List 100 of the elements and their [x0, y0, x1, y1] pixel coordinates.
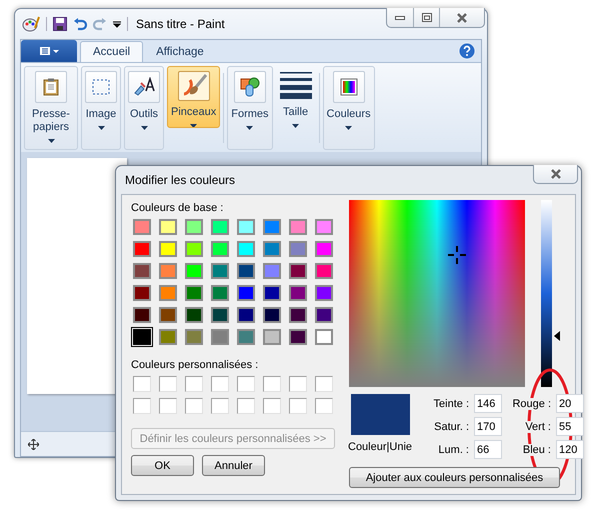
- color-swatch[interactable]: [237, 307, 255, 323]
- color-swatch[interactable]: [263, 329, 281, 345]
- luminance-slider[interactable]: [541, 200, 561, 387]
- section-label: Couleurs de base :: [131, 202, 224, 214]
- custom-color-slot[interactable]: [315, 376, 333, 392]
- color-swatch[interactable]: [159, 263, 177, 279]
- color-swatch[interactable]: [237, 241, 255, 257]
- color-swatch[interactable]: [289, 263, 307, 279]
- color-swatch[interactable]: [211, 285, 229, 301]
- ribbon-tab[interactable]: Affichage: [143, 41, 217, 62]
- color-swatch[interactable]: [185, 219, 203, 235]
- number-field[interactable]: 66: [474, 440, 502, 459]
- color-swatch[interactable]: [211, 241, 229, 257]
- ribbon-button[interactable]: Formes: [227, 66, 273, 150]
- ribbon-button[interactable]: Image: [81, 66, 121, 150]
- color-swatch[interactable]: [159, 219, 177, 235]
- color-swatch[interactable]: [133, 285, 151, 301]
- ribbon-button[interactable]: Presse-papiers: [24, 66, 78, 150]
- dropdown-icon[interactable]: [113, 20, 121, 28]
- color-swatch[interactable]: [159, 241, 177, 257]
- number-field[interactable]: 120: [556, 440, 584, 459]
- number-field[interactable]: 146: [474, 394, 502, 413]
- custom-color-slot[interactable]: [159, 398, 177, 414]
- crosshair-icon[interactable]: [448, 246, 466, 264]
- ribbon-button[interactable]: Couleurs: [322, 66, 375, 150]
- color-swatch[interactable]: [263, 307, 281, 323]
- custom-color-slot[interactable]: [315, 398, 333, 414]
- color-swatch[interactable]: [263, 219, 281, 235]
- ribbon-button[interactable]: Taille: [276, 66, 316, 150]
- custom-color-slot[interactable]: [263, 376, 281, 392]
- color-swatch[interactable]: [263, 285, 281, 301]
- redo-icon[interactable]: [93, 17, 107, 31]
- number-field[interactable]: 170: [474, 417, 502, 436]
- number-field[interactable]: 20: [556, 394, 584, 413]
- color-swatch[interactable]: [263, 263, 281, 279]
- number-field[interactable]: 55: [556, 417, 584, 436]
- ribbon-tab[interactable]: Accueil: [80, 41, 144, 62]
- close-button[interactable]: [533, 165, 578, 184]
- color-swatch[interactable]: [185, 307, 203, 323]
- color-swatch[interactable]: [133, 263, 151, 279]
- application-menu-button[interactable]: [21, 40, 77, 62]
- custom-color-slot[interactable]: [185, 376, 203, 392]
- cancel-button[interactable]: Annuler: [202, 455, 265, 476]
- custom-color-slot[interactable]: [289, 376, 307, 392]
- custom-color-slot[interactable]: [263, 398, 281, 414]
- slider-arrow[interactable]: [554, 330, 560, 341]
- color-swatch[interactable]: [211, 263, 229, 279]
- custom-color-slot[interactable]: [237, 376, 255, 392]
- color-swatch[interactable]: [211, 219, 229, 235]
- color-swatch[interactable]: [133, 219, 151, 235]
- color-swatch[interactable]: [289, 219, 307, 235]
- color-swatch[interactable]: [315, 329, 333, 345]
- caret-icon: [48, 139, 54, 143]
- custom-color-slot[interactable]: [159, 376, 177, 392]
- color-swatch[interactable]: [185, 241, 203, 257]
- color-swatch[interactable]: [289, 307, 307, 323]
- restore-icon: [422, 13, 432, 22]
- add-custom-color-button[interactable]: Ajouter aux couleurs personnalisées: [349, 467, 560, 488]
- custom-color-slot[interactable]: [289, 398, 307, 414]
- color-swatch[interactable]: [263, 241, 281, 257]
- minimize-icon: [395, 16, 405, 20]
- color-swatch[interactable]: [159, 329, 177, 345]
- color-swatch[interactable]: [237, 329, 255, 345]
- ribbon-button[interactable]: Outils: [124, 66, 164, 150]
- field-label: Teinte :: [434, 398, 469, 410]
- color-swatch[interactable]: [133, 329, 151, 345]
- color-swatch[interactable]: [315, 241, 333, 257]
- color-swatch[interactable]: [185, 263, 203, 279]
- color-swatch[interactable]: [185, 285, 203, 301]
- color-swatch[interactable]: [133, 307, 151, 323]
- custom-color-slot[interactable]: [133, 376, 151, 392]
- close-icon: [550, 169, 562, 179]
- color-swatch[interactable]: [289, 241, 307, 257]
- custom-color-slot[interactable]: [211, 376, 229, 392]
- ok-button[interactable]: OK: [131, 455, 194, 476]
- help-icon[interactable]: [459, 43, 475, 59]
- custom-color-slot[interactable]: [237, 398, 255, 414]
- color-swatch[interactable]: [185, 329, 203, 345]
- color-swatch[interactable]: [133, 241, 151, 257]
- color-swatch[interactable]: [315, 307, 333, 323]
- color-swatch[interactable]: [315, 285, 333, 301]
- custom-color-slot[interactable]: [185, 398, 203, 414]
- color-swatch[interactable]: [237, 219, 255, 235]
- color-swatch[interactable]: [289, 329, 307, 345]
- color-swatch[interactable]: [289, 285, 307, 301]
- color-swatch[interactable]: [237, 263, 255, 279]
- color-swatch[interactable]: [211, 329, 229, 345]
- color-swatch[interactable]: [315, 263, 333, 279]
- color-swatch[interactable]: [159, 307, 177, 323]
- color-swatch[interactable]: [211, 307, 229, 323]
- custom-color-slot[interactable]: [211, 398, 229, 414]
- save-icon[interactable]: [53, 17, 67, 31]
- ribbon-button[interactable]: Pinceaux: [167, 66, 220, 128]
- color-swatch[interactable]: [237, 285, 255, 301]
- color-swatch[interactable]: [315, 219, 333, 235]
- color-spectrum[interactable]: [349, 200, 525, 387]
- dialog-title: Modifier les couleurs: [125, 173, 236, 187]
- color-swatch[interactable]: [159, 285, 177, 301]
- custom-color-slot[interactable]: [133, 398, 151, 414]
- undo-icon[interactable]: [73, 17, 87, 31]
